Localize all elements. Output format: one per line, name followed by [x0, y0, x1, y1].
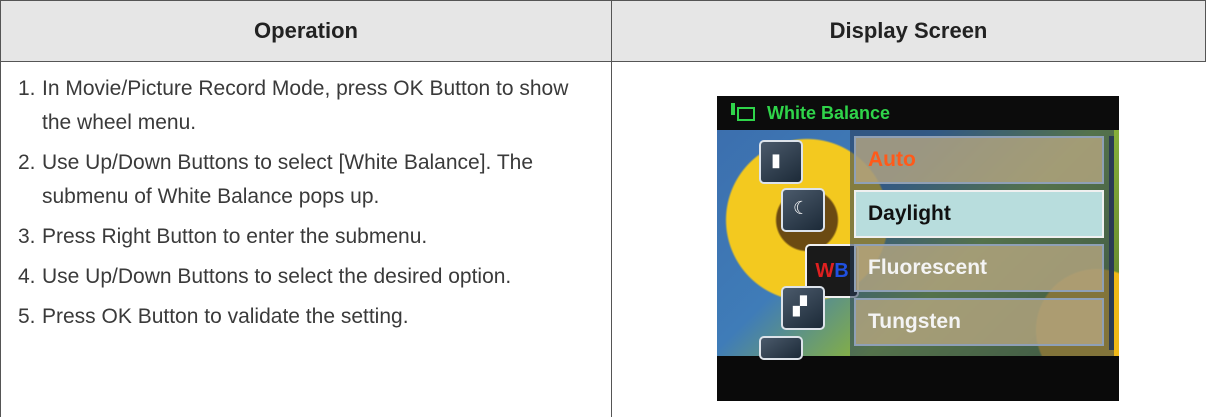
- resolution-icon: ▞: [781, 286, 825, 330]
- step-item: 2. Use Up/Down Buttons to select [White …: [18, 146, 603, 214]
- tools-icon: [759, 336, 803, 360]
- step-item: 1. In Movie/Picture Record Mode, press O…: [18, 72, 603, 140]
- option-label: Tungsten: [868, 310, 961, 333]
- step-number: 4.: [18, 265, 36, 288]
- option-label: Fluorescent: [868, 256, 988, 279]
- screen-title-bar: White Balance: [717, 96, 1119, 130]
- option-label: Daylight: [868, 202, 951, 225]
- operation-header: Operation: [0, 0, 611, 62]
- step-text: Press OK Button to validate the setting.: [42, 305, 409, 328]
- table-left-border: [0, 62, 1, 417]
- operation-header-label: Operation: [254, 18, 358, 43]
- step-item: 4. Use Up/Down Buttons to select the des…: [18, 260, 603, 294]
- step-text: In Movie/Picture Record Mode, press OK B…: [42, 77, 569, 134]
- step-text: Use Up/Down Buttons to select [White Bal…: [42, 151, 534, 208]
- option-label: Auto: [868, 148, 916, 171]
- record-mode-icon: [731, 103, 757, 123]
- option-tungsten[interactable]: Tungsten: [854, 298, 1104, 346]
- white-balance-submenu: Auto Daylight Fluorescent Tungsten: [850, 130, 1114, 356]
- option-daylight[interactable]: Daylight: [854, 190, 1104, 238]
- wheel-menu: ▮ ☾ WB ▞: [747, 136, 859, 360]
- camera-display-screen: White Balance ▮ ☾ WB ▞ Auto Daylight Flu…: [717, 96, 1119, 401]
- step-number: 1.: [18, 77, 36, 100]
- screen-title: White Balance: [767, 102, 891, 123]
- scene-icon: ▮: [759, 140, 803, 184]
- night-mode-icon: ☾: [781, 188, 825, 232]
- table-column-divider: [611, 62, 612, 417]
- step-text: Press Right Button to enter the submenu.: [42, 225, 428, 248]
- step-number: 5.: [18, 305, 36, 328]
- step-number: 2.: [18, 151, 36, 174]
- operation-steps: 1. In Movie/Picture Record Mode, press O…: [18, 72, 603, 340]
- step-item: 3. Press Right Button to enter the subme…: [18, 220, 603, 254]
- option-fluorescent[interactable]: Fluorescent: [854, 244, 1104, 292]
- step-number: 3.: [18, 225, 36, 248]
- screen-bottom-bar: [717, 356, 1119, 401]
- instruction-table: Operation Display Screen 1. In Movie/Pic…: [0, 0, 1206, 417]
- display-screen-header: Display Screen: [611, 0, 1206, 62]
- step-text: Use Up/Down Buttons to select the desire…: [42, 265, 512, 288]
- option-auto[interactable]: Auto: [854, 136, 1104, 184]
- display-screen-header-label: Display Screen: [829, 18, 988, 43]
- step-item: 5. Press OK Button to validate the setti…: [18, 300, 603, 334]
- submenu-scrollbar: [1109, 136, 1114, 350]
